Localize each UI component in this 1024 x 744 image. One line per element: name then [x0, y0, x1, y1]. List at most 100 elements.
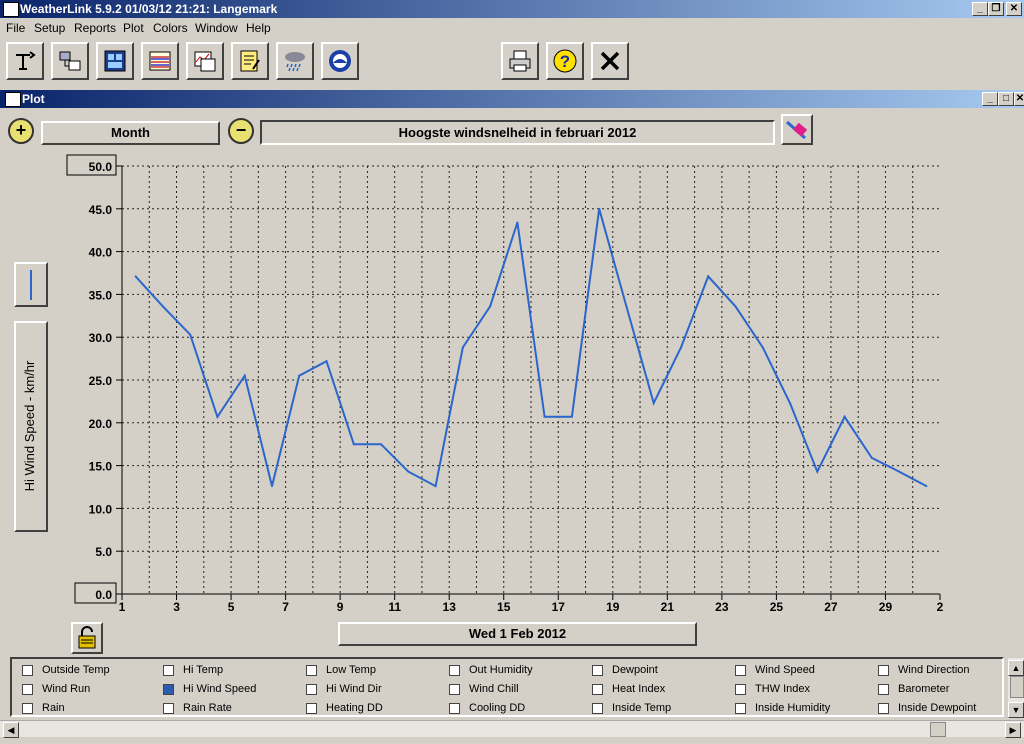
data-point — [352, 443, 355, 446]
legend-checkbox[interactable] — [449, 665, 460, 676]
data-point — [270, 485, 273, 488]
legend-checkbox[interactable] — [735, 684, 746, 695]
data-point — [189, 333, 192, 336]
data-point — [570, 415, 573, 418]
series-legend: Outside Temp Hi Temp Low Temp Out Humidity D… — [10, 657, 1004, 717]
data-point — [543, 415, 546, 418]
legend-label: Dewpoint — [612, 664, 658, 676]
x-tick-label: 29 — [879, 600, 893, 614]
data-point — [925, 485, 928, 488]
data-point — [598, 207, 601, 210]
y-tick-label: 35.0 — [89, 288, 113, 302]
legend-label: Inside Humidity — [755, 702, 831, 714]
y-tick-label: 50.0 — [89, 160, 113, 174]
y-tick-label: 0.0 — [95, 588, 112, 602]
data-point — [325, 360, 328, 363]
legend-label: Wind Run — [42, 683, 91, 695]
scroll-right-icon[interactable]: ▶ — [1005, 722, 1021, 738]
scroll-down-icon[interactable]: ▼ — [1008, 702, 1024, 718]
x-tick-label: 2 — [937, 600, 944, 614]
legend-scroll-thumb[interactable] — [1010, 676, 1024, 698]
data-point — [734, 305, 737, 308]
data-point — [461, 346, 464, 349]
legend-checkbox[interactable] — [163, 703, 174, 714]
data-point — [789, 402, 792, 405]
legend-label: Barometer — [898, 683, 950, 695]
scroll-left-icon[interactable]: ◀ — [3, 722, 19, 738]
data-point — [652, 402, 655, 405]
legend-checkbox[interactable] — [306, 665, 317, 676]
data-point — [216, 415, 219, 418]
legend-checkbox[interactable] — [22, 703, 33, 714]
legend-label: Hi Wind Speed — [183, 683, 257, 695]
chart-canvas: 0.0 5.0 10.0 15.0 20.0 25.0 30.0 35.0 40.0 45.0 50… — [66, 154, 944, 614]
legend-label: Inside Temp — [612, 702, 672, 714]
y-tick-label: 25.0 — [89, 374, 113, 388]
legend-checkbox[interactable] — [449, 684, 460, 695]
legend-label: Heat Index — [612, 683, 666, 695]
legend-checkbox[interactable] — [592, 703, 603, 714]
legend-label: Hi Temp — [183, 664, 224, 676]
x-tick-label: 27 — [824, 600, 838, 614]
legend-checkbox[interactable] — [592, 684, 603, 695]
legend-checkbox[interactable] — [306, 684, 317, 695]
legend-label: Outside Temp — [42, 664, 110, 676]
y-tick-label: 40.0 — [89, 246, 113, 260]
data-point — [625, 305, 628, 308]
data-point — [870, 456, 873, 459]
legend-checkbox[interactable] — [735, 703, 746, 714]
y-tick-label: 5.0 — [95, 545, 112, 559]
legend-label: Rain — [42, 702, 65, 714]
legend-label: Wind Speed — [755, 664, 815, 676]
scroll-up-icon[interactable]: ▲ — [1008, 660, 1024, 676]
x-tick-label: 7 — [282, 600, 289, 614]
x-tick-label: 1 — [119, 600, 126, 614]
data-point — [843, 415, 846, 418]
y-tick-label: 45.0 — [89, 203, 113, 217]
legend-checkbox[interactable] — [163, 665, 174, 676]
legend-checkbox[interactable] — [22, 684, 33, 695]
x-tick-label: 15 — [497, 600, 511, 614]
data-point — [434, 485, 437, 488]
data-point — [298, 374, 301, 377]
horizontal-scrollbar[interactable]: ◀ ▶ — [0, 720, 1024, 738]
y-tick-label: 15.0 — [89, 460, 113, 474]
legend-checkbox[interactable] — [22, 665, 33, 676]
legend-label: Out Humidity — [469, 664, 533, 676]
legend-checkbox[interactable] — [878, 665, 889, 676]
x-tick-label: 9 — [337, 600, 344, 614]
legend-checkbox[interactable] — [592, 665, 603, 676]
legend-checkbox[interactable] — [878, 703, 889, 714]
legend-checkbox[interactable] — [449, 703, 460, 714]
x-tick-label: 23 — [715, 600, 729, 614]
data-point — [816, 470, 819, 473]
x-tick-label: 19 — [606, 600, 620, 614]
legend-label: Rain Rate — [183, 702, 232, 714]
legend-checkbox[interactable] — [163, 684, 174, 695]
legend-checkbox[interactable] — [306, 703, 317, 714]
legend-checkbox[interactable] — [878, 684, 889, 695]
data-point — [134, 275, 137, 278]
x-tick-label: 17 — [552, 600, 566, 614]
data-point — [489, 305, 492, 308]
legend-scrollbar[interactable]: ▲ ▼ — [1008, 658, 1024, 718]
x-tick-label: 25 — [770, 600, 784, 614]
data-point — [161, 305, 164, 308]
y-tick-label: 20.0 — [89, 417, 113, 431]
data-point — [516, 221, 519, 224]
legend-label: Wind Direction — [898, 664, 970, 676]
legend-label: Low Temp — [326, 664, 376, 676]
x-tick-label: 13 — [443, 600, 457, 614]
data-point — [380, 443, 383, 446]
legend-checkbox[interactable] — [735, 665, 746, 676]
x-tick-label: 5 — [228, 600, 235, 614]
data-point — [761, 346, 764, 349]
data-point — [407, 470, 410, 473]
data-point — [898, 470, 901, 473]
data-point — [707, 275, 710, 278]
data-point — [679, 346, 682, 349]
y-tick-label: 10.0 — [89, 502, 113, 516]
legend-label: Hi Wind Dir — [326, 683, 382, 695]
y-tick-label: 30.0 — [89, 331, 113, 345]
horizontal-scroll-thumb[interactable] — [930, 722, 946, 737]
